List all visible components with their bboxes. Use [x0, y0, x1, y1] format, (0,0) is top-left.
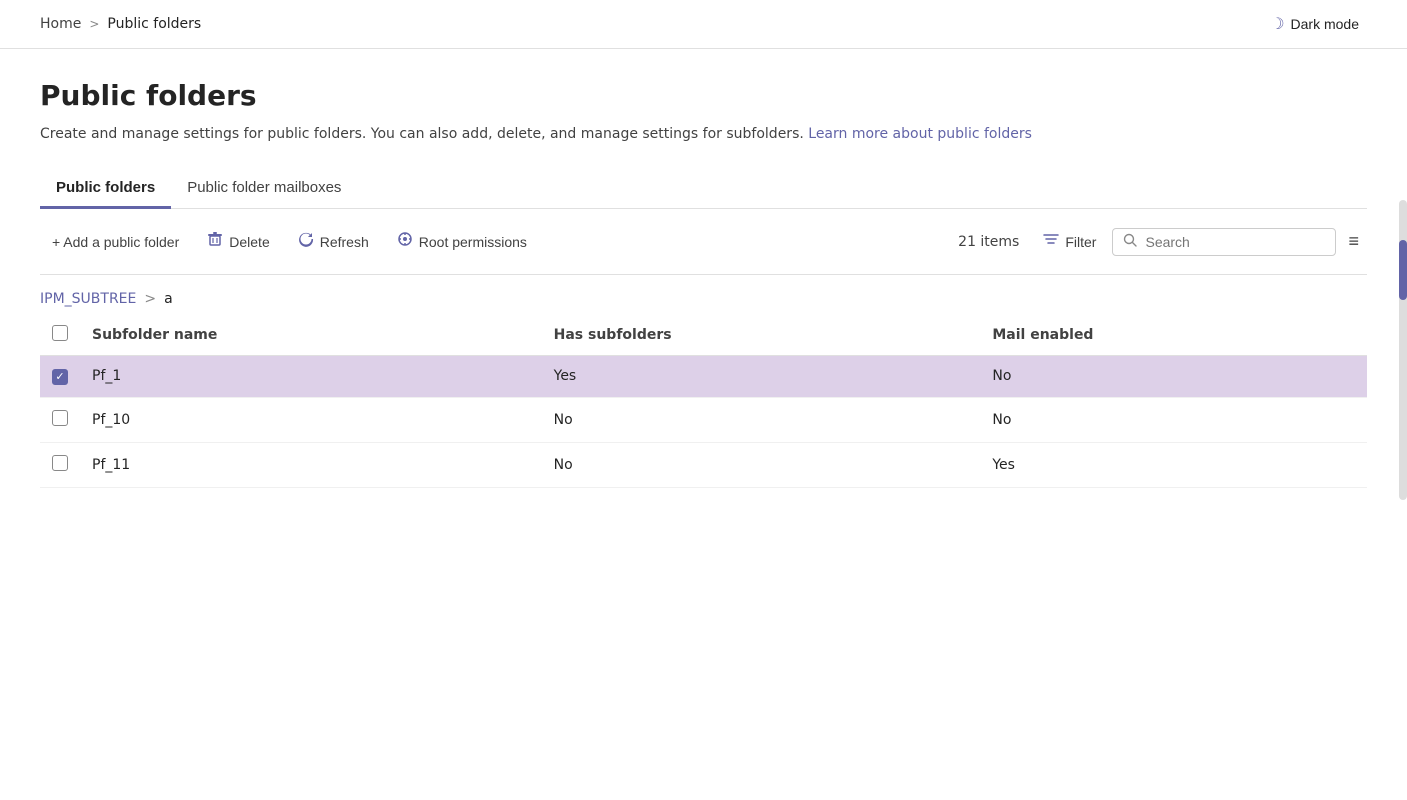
select-all-header[interactable] [40, 315, 80, 356]
dark-mode-icon: ☽ [1270, 14, 1284, 34]
learn-more-link[interactable]: Learn more about public folders [808, 126, 1032, 142]
items-count: 21 items [958, 234, 1019, 250]
delete-button[interactable]: Delete [195, 225, 281, 258]
add-public-folder-label: + Add a public folder [52, 234, 179, 250]
page-description: Create and manage settings for public fo… [40, 124, 1367, 145]
table-row[interactable]: Pf_10 No No [40, 397, 1367, 442]
view-toggle-icon: ≡ [1348, 231, 1359, 252]
row-subfolder-name: Pf_10 [80, 397, 542, 442]
toolbar: + Add a public folder Delete Refresh [40, 209, 1367, 275]
table-header: Subfolder name Has subfolders Mail enabl… [40, 315, 1367, 356]
row-subfolder-name: Pf_1 [80, 356, 542, 398]
path-separator: > [144, 291, 156, 307]
breadcrumb-current: Public folders [107, 16, 201, 32]
select-all-checkbox[interactable] [52, 325, 68, 341]
dark-mode-button[interactable]: ☽ Dark mode [1262, 10, 1367, 38]
refresh-icon [298, 231, 314, 252]
path-root[interactable]: IPM_SUBTREE [40, 291, 136, 307]
refresh-button[interactable]: Refresh [286, 225, 381, 258]
path-breadcrumb: IPM_SUBTREE > a [40, 275, 1367, 315]
main-content: Public folders Create and manage setting… [0, 49, 1407, 508]
search-box [1112, 228, 1336, 256]
row-checkbox-unchecked[interactable] [52, 455, 68, 471]
table-body: ✓ Pf_1 Yes No Pf_10 No No [40, 356, 1367, 488]
delete-label: Delete [229, 234, 269, 250]
table-row[interactable]: Pf_11 No Yes [40, 442, 1367, 487]
dark-mode-label: Dark mode [1291, 16, 1359, 32]
row-mail-enabled: No [980, 356, 1367, 398]
add-public-folder-button[interactable]: + Add a public folder [40, 228, 191, 256]
table-container: Subfolder name Has subfolders Mail enabl… [40, 315, 1367, 488]
search-input[interactable] [1145, 234, 1325, 250]
row-subfolder-name: Pf_11 [80, 442, 542, 487]
row-checkbox-cell[interactable] [40, 442, 80, 487]
row-has-subfolders: Yes [542, 356, 981, 398]
col-has-subfolders: Has subfolders [542, 315, 981, 356]
page-description-text: Create and manage settings for public fo… [40, 126, 804, 142]
delete-icon [207, 231, 223, 252]
scrollbar-thumb[interactable] [1399, 240, 1407, 300]
row-checkbox-cell[interactable]: ✓ [40, 356, 80, 398]
row-checkbox-checked[interactable]: ✓ [52, 369, 68, 385]
row-mail-enabled: No [980, 397, 1367, 442]
filter-button[interactable]: Filter [1031, 226, 1108, 257]
row-checkbox-unchecked[interactable] [52, 410, 68, 426]
tab-public-folder-mailboxes[interactable]: Public folder mailboxes [171, 169, 357, 209]
row-checkbox-cell[interactable] [40, 397, 80, 442]
page-title: Public folders [40, 79, 1367, 112]
col-mail-enabled: Mail enabled [980, 315, 1367, 356]
search-icon [1123, 233, 1137, 251]
root-permissions-label: Root permissions [419, 234, 527, 250]
filter-label: Filter [1065, 234, 1096, 250]
col-subfolder-name: Subfolder name [80, 315, 542, 356]
breadcrumb-separator: > [89, 17, 99, 31]
view-toggle-button[interactable]: ≡ [1340, 225, 1367, 258]
refresh-label: Refresh [320, 234, 369, 250]
row-mail-enabled: Yes [980, 442, 1367, 487]
row-has-subfolders: No [542, 442, 981, 487]
breadcrumb: Home > Public folders [40, 16, 201, 32]
top-bar: Home > Public folders ☽ Dark mode [0, 0, 1407, 49]
tab-public-folders[interactable]: Public folders [40, 169, 171, 209]
tabs-container: Public folders Public folder mailboxes [40, 169, 1367, 209]
table-row[interactable]: ✓ Pf_1 Yes No [40, 356, 1367, 398]
root-permissions-icon [397, 231, 413, 252]
filter-icon [1043, 232, 1059, 251]
root-permissions-button[interactable]: Root permissions [385, 225, 539, 258]
row-has-subfolders: No [542, 397, 981, 442]
vertical-scrollbar[interactable] [1399, 200, 1407, 500]
folders-table: Subfolder name Has subfolders Mail enabl… [40, 315, 1367, 488]
path-current: a [164, 291, 173, 307]
breadcrumb-home[interactable]: Home [40, 16, 81, 32]
